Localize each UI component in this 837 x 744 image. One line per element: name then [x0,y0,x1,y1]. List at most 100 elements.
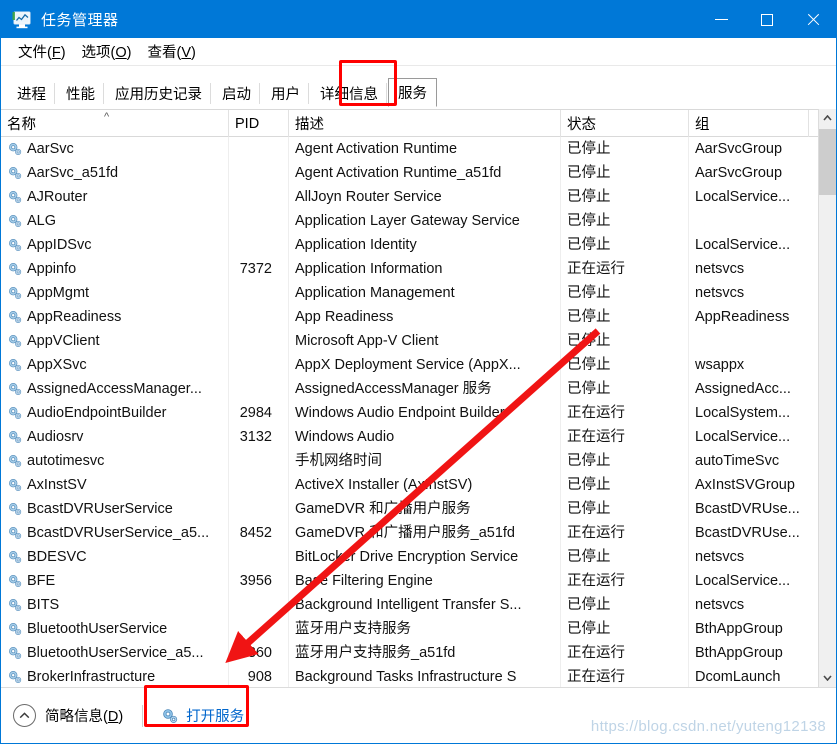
cell-pid [229,545,289,569]
tab-item-3[interactable]: 启动 [212,78,261,107]
cell-status: 已停止 [561,353,689,377]
table-row[interactable]: AppIDSvc Application Identity 已停止 LocalServ… [1,233,836,257]
cell-pid: 860 [229,641,289,665]
open-services-label: 打开服务 [186,709,245,725]
cell-desc: AppX Deployment Service (AppX... [289,353,561,377]
column-header-pid[interactable]: PID [229,110,289,137]
cell-name: BcastDVRUserService_a5... [1,521,229,545]
cell-pid [229,617,289,641]
table-row[interactable]: BITS Background Intelligent Transfer S...… [1,593,836,617]
cell-name: BITS [1,593,229,617]
table-row[interactable]: AxInstSV ActiveX Installer (AxInstSV) 已停止 A… [1,473,836,497]
cell-group: LocalService... [695,429,791,445]
cell-desc: Background Tasks Infrastructure S [289,665,561,687]
cell-desc: 蓝牙用户支持服务_a51fd [289,641,561,665]
services-table: 名称 ^ PID 描述 状态 组 AarSvc Agent Activation Runti… [1,109,836,687]
tab-label: 应用历史记录 [115,86,202,103]
scroll-up-button[interactable] [819,109,836,127]
table-row[interactable]: AssignedAccessManager... AssignedAccessMa… [1,377,836,401]
menu-options[interactable]: 选项(O) [74,38,140,65]
cell-name: ALG [1,209,229,233]
cell-desc: Windows Audio Endpoint Builder [289,401,561,425]
table-row[interactable]: Audiosrv 3132 Windows Audio 正在运行 LocalServic… [1,425,836,449]
table-row[interactable]: BluetoothUserService_a5... 860 蓝牙用户支持服务_a5… [1,641,836,665]
column-header-label: 组 [695,117,710,133]
table-row[interactable]: AppXSvc AppX Deployment Service (AppX... 已… [1,353,836,377]
table-row[interactable]: AarSvc_a51fd Agent Activation Runtime_a51… [1,161,836,185]
column-header-group[interactable]: 组 [689,110,809,137]
table-row[interactable]: AudioEndpointBuilder 2984 Windows Audio En… [1,401,836,425]
cell-group: netsvcs [695,261,745,277]
cell-desc: GameDVR 和广播用户服务_a51fd [289,521,561,545]
fewer-details-button[interactable]: 简略信息(D) [13,702,129,730]
cell-desc: Application Information [289,257,561,281]
cell-desc: AllJoyn Router Service [289,185,561,209]
menu-file[interactable]: 文件(F) [10,38,74,65]
table-row[interactable]: AppReadiness App Readiness 已停止 AppReadiness [1,305,836,329]
cell-group: AssignedAcc... [695,381,791,397]
watermark-text: https://blog.csdn.net/yuteng12138 [590,718,826,735]
table-row[interactable]: AppMgmt Application Management 已停止 netsvcs [1,281,836,305]
cell-name: BFE [1,569,229,593]
open-services-button[interactable]: 打开服务 [156,702,249,729]
menu-view[interactable]: 查看(V) [140,38,204,65]
cell-group: netsvcs [695,549,745,565]
cell-status: 正在运行 [561,665,689,687]
tab-item-4[interactable]: 用户 [261,78,310,107]
cell-desc: AssignedAccessManager 服务 [289,377,561,401]
cell-pid [229,305,289,329]
cell-name: Audiosrv [1,425,229,449]
cell-desc: GameDVR 和广播用户服务 [289,497,561,521]
table-body: AarSvc Agent Activation Runtime 已停止 AarSvcG… [1,137,836,687]
cell-pid [229,329,289,353]
column-header-status[interactable]: 状态 [561,110,689,137]
cell-status: 已停止 [561,593,689,617]
table-row[interactable]: Appinfo 7372 Application Information 正在运行 ne… [1,257,836,281]
tab-label: 性能 [66,86,95,103]
cell-group: autoTimeSvc [695,453,780,469]
tab-item-5[interactable]: 详细信息 [310,78,388,107]
tab-label: 启动 [222,86,251,103]
cell-name: BluetoothUserService_a5... [1,641,229,665]
close-button[interactable] [790,1,836,38]
maximize-button[interactable] [744,1,790,38]
table-row[interactable]: BcastDVRUserService_a5... 8452 GameDVR 和广播… [1,521,836,545]
table-row[interactable]: AppVClient Microsoft App-V Client 已停止 [1,329,836,353]
table-row[interactable]: ALG Application Layer Gateway Service 已停止 [1,209,836,233]
cell-status: 正在运行 [561,257,689,281]
table-row[interactable]: BrokerInfrastructure 908 Background Tasks … [1,665,836,687]
table-row[interactable]: BcastDVRUserService GameDVR 和广播用户服务 已停止 Bca… [1,497,836,521]
cell-group: netsvcs [695,285,745,301]
scrollbar-thumb[interactable] [819,129,836,195]
tab-item-2[interactable]: 应用历史记录 [105,78,212,107]
table-row[interactable]: BFE 3956 Base Filtering Engine 正在运行 LocalSer… [1,569,836,593]
tab-item-0[interactable]: 进程 [7,78,56,107]
column-header-label: 描述 [295,117,324,133]
cell-pid: 7372 [229,257,289,281]
cell-group: netsvcs [695,597,745,613]
table-row[interactable]: BluetoothUserService 蓝牙用户支持服务 已停止 BthAppGro… [1,617,836,641]
scroll-down-button[interactable] [819,669,836,687]
cell-group: AarSvcGroup [695,165,783,181]
table-row[interactable]: autotimesvc 手机网络时间 已停止 autoTimeSvc [1,449,836,473]
minimize-button[interactable] [698,1,744,38]
column-header-desc[interactable]: 描述 [289,110,561,137]
table-row[interactable]: AJRouter AllJoyn Router Service 已停止 LocalSe… [1,185,836,209]
close-icon [806,13,820,27]
cell-pid [229,233,289,257]
cell-group: LocalSystem... [695,405,791,421]
cell-name: AppMgmt [1,281,229,305]
cell-status: 已停止 [561,209,689,233]
cell-pid: 2984 [229,401,289,425]
tab-label: 用户 [271,86,300,103]
table-row[interactable]: AarSvc Agent Activation Runtime 已停止 AarSvcG… [1,137,836,161]
tab-services-active[interactable]: 服务 [388,78,437,107]
table-row[interactable]: BDESVC BitLocker Drive Encryption Service… [1,545,836,569]
cell-status: 正在运行 [561,641,689,665]
tab-item-1[interactable]: 性能 [56,78,105,107]
column-header-name[interactable]: 名称 ^ [1,110,229,137]
vertical-scrollbar[interactable] [818,109,836,687]
cell-name: AppXSvc [1,353,229,377]
cell-desc: Microsoft App-V Client [289,329,561,353]
cell-pid [229,377,289,401]
